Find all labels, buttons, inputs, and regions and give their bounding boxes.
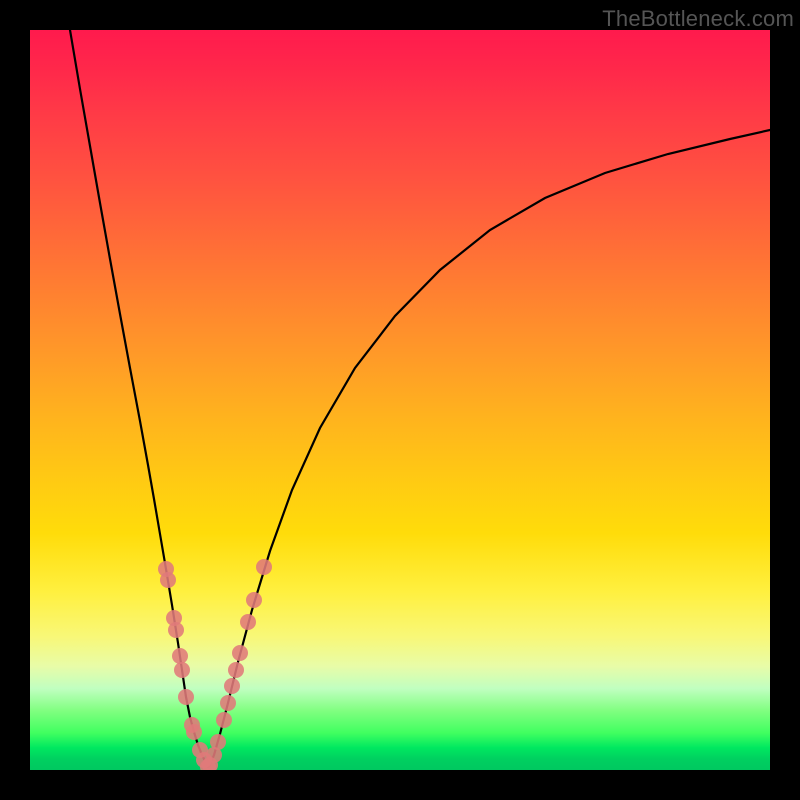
data-marker [172, 648, 188, 664]
data-marker [160, 572, 176, 588]
data-marker [228, 662, 244, 678]
data-marker [178, 689, 194, 705]
chart-frame: TheBottleneck.com [0, 0, 800, 800]
data-marker [256, 559, 272, 575]
data-marker [216, 712, 232, 728]
data-marker [174, 662, 190, 678]
data-marker [232, 645, 248, 661]
data-marker [210, 734, 226, 750]
marker-group-left [158, 561, 216, 770]
curve-layer [30, 30, 770, 770]
data-marker [186, 724, 202, 740]
watermark-text: TheBottleneck.com [602, 6, 794, 32]
data-marker [246, 592, 262, 608]
data-marker [168, 622, 184, 638]
data-marker [240, 614, 256, 630]
data-marker [220, 695, 236, 711]
data-marker [224, 678, 240, 694]
marker-group-right [202, 559, 272, 770]
curve-right-branch [208, 130, 770, 767]
